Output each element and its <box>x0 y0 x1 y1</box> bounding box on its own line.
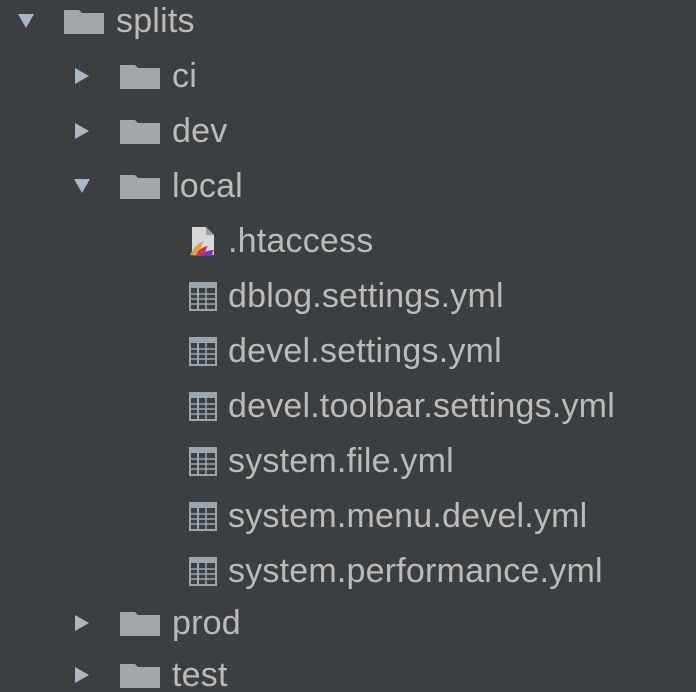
tree-node-test[interactable]: test <box>72 648 228 692</box>
tree-file-label: system.file.yml <box>228 442 454 480</box>
tree-file-system-menu-devel[interactable]: system.menu.devel.yml <box>188 489 587 543</box>
folder-icon <box>120 65 160 89</box>
folder-icon <box>120 612 160 636</box>
tree-file-label: dblog.settings.yml <box>228 277 504 315</box>
tree-node-label: test <box>172 656 228 692</box>
yml-file-icon <box>189 392 217 421</box>
htaccess-file-icon <box>190 227 214 256</box>
collapse-arrow-icon[interactable] <box>72 613 92 633</box>
tree-file-label: devel.settings.yml <box>228 332 502 370</box>
expand-arrow-icon[interactable] <box>72 176 92 196</box>
tree-file-htaccess[interactable]: .htaccess <box>188 214 373 268</box>
tree-file-dblog-settings[interactable]: dblog.settings.yml <box>188 269 504 323</box>
tree-file-devel-toolbar-settings[interactable]: devel.toolbar.settings.yml <box>188 379 615 433</box>
tree-node-label: splits <box>116 2 195 40</box>
tree-file-label: .htaccess <box>228 222 374 260</box>
tree-node-splits[interactable]: splits <box>16 0 195 48</box>
tree-node-prod[interactable]: prod <box>72 596 241 650</box>
yml-file-icon <box>189 502 217 531</box>
folder-icon <box>120 664 160 688</box>
yml-file-icon <box>189 447 217 476</box>
tree-file-system-file[interactable]: system.file.yml <box>188 434 454 488</box>
tree-node-label: ci <box>172 57 197 95</box>
tree-file-label: system.performance.yml <box>228 552 603 590</box>
folder-icon <box>64 10 104 34</box>
collapse-arrow-icon[interactable] <box>72 66 92 86</box>
expand-arrow-icon[interactable] <box>16 11 36 31</box>
project-tree: splits ci dev local .htaccess dblog.sett… <box>0 0 696 692</box>
collapse-arrow-icon[interactable] <box>72 121 92 141</box>
tree-node-label: local <box>172 167 243 205</box>
tree-file-devel-settings[interactable]: devel.settings.yml <box>188 324 502 378</box>
folder-icon <box>120 175 160 199</box>
tree-node-label: prod <box>172 604 241 642</box>
yml-file-icon <box>189 282 217 311</box>
yml-file-icon <box>189 337 217 366</box>
yml-file-icon <box>189 557 217 586</box>
tree-node-local[interactable]: local <box>72 159 243 213</box>
tree-file-system-performance[interactable]: system.performance.yml <box>188 544 603 598</box>
tree-node-ci[interactable]: ci <box>72 49 197 103</box>
collapse-arrow-icon[interactable] <box>72 665 92 685</box>
tree-node-dev[interactable]: dev <box>72 104 227 158</box>
folder-icon <box>120 120 160 144</box>
tree-file-label: devel.toolbar.settings.yml <box>228 387 615 425</box>
tree-file-label: system.menu.devel.yml <box>228 497 588 535</box>
tree-node-label: dev <box>172 112 228 150</box>
